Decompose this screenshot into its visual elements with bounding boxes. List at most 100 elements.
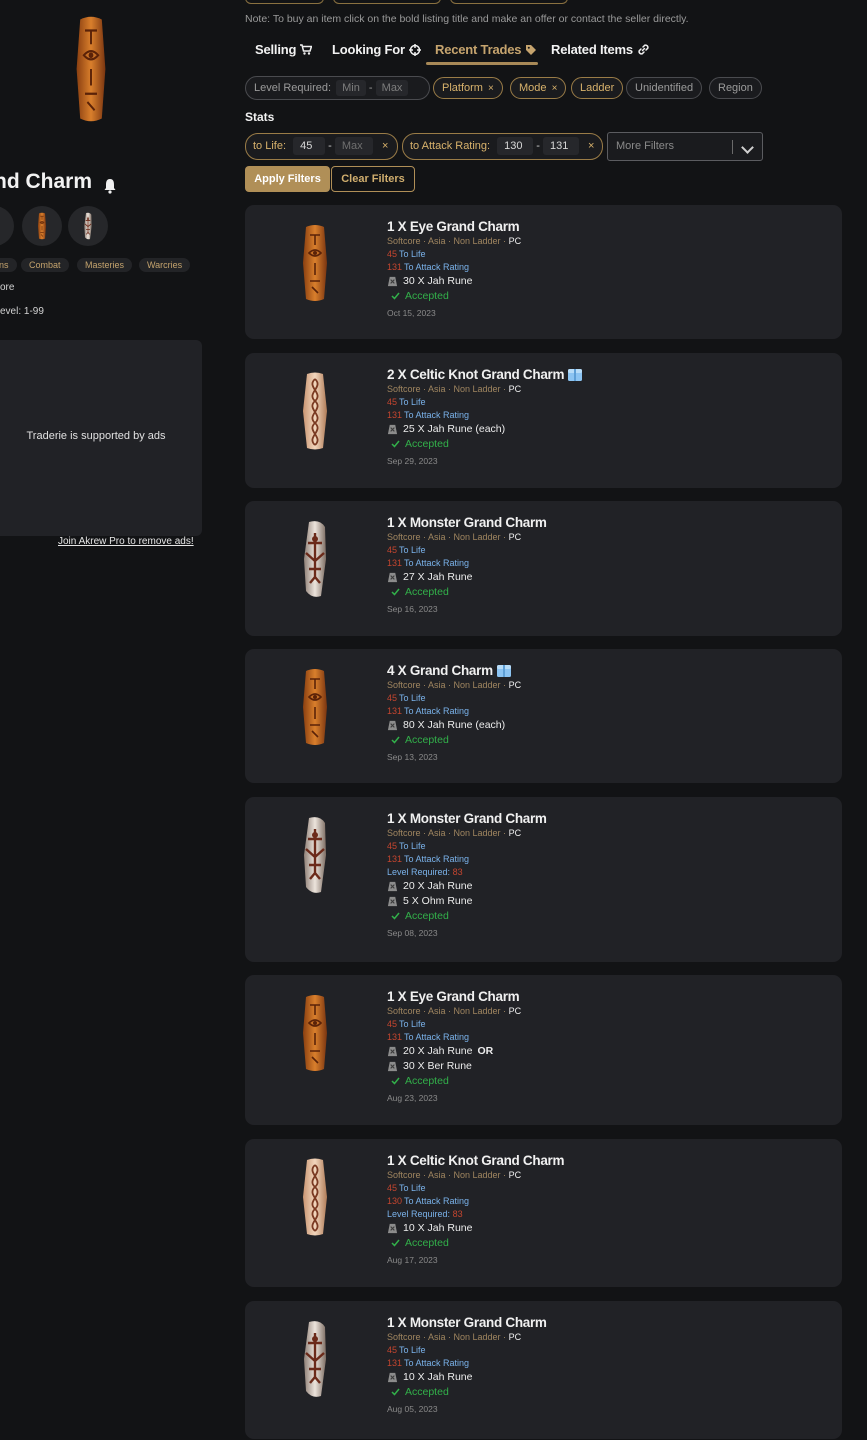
listing-title-text[interactable]: 1 X Eye Grand Charm: [387, 989, 520, 1004]
level-min-input[interactable]: Min: [336, 80, 366, 97]
offer-line: 25 X Jah Rune (each): [387, 423, 583, 435]
platform-filter[interactable]: Platform ×: [433, 77, 503, 99]
level-max-input[interactable]: Max: [375, 80, 409, 97]
listing-title-text[interactable]: 1 X Monster Grand Charm: [387, 811, 547, 826]
listing-title[interactable]: 4 X Grand Charm: [387, 663, 521, 678]
ladder-filter[interactable]: Ladder: [571, 77, 624, 99]
listing-title-text[interactable]: 1 X Monster Grand Charm: [387, 515, 547, 530]
rune-icon: [387, 1046, 398, 1057]
tab-label: Selling: [255, 42, 297, 57]
listing-title[interactable]: 1 X Monster Grand Charm: [387, 515, 547, 530]
remove-mode-icon[interactable]: ×: [552, 83, 558, 94]
tab-recent-trades[interactable]: Recent Trades: [435, 42, 537, 57]
remove-life-icon[interactable]: ×: [382, 140, 388, 152]
range-dash: -: [536, 140, 540, 152]
mode-label: Mode: [519, 82, 547, 94]
attack-rating-label: To Attack Rating: [404, 262, 470, 272]
tag-warcries[interactable]: Warcries: [139, 258, 191, 272]
thumbnail-eye-charm[interactable]: [22, 206, 62, 246]
monster-charm-image[interactable]: [300, 1319, 330, 1399]
eye-charm-image[interactable]: [300, 223, 330, 303]
attack-rating-stat: 131 To Attack Rating: [387, 1358, 547, 1368]
attack-rating-label: To Attack Rating: [404, 1196, 470, 1206]
listing-title[interactable]: 1 X Monster Grand Charm: [387, 811, 547, 826]
unidentified-filter[interactable]: Unidentified: [626, 77, 703, 99]
attack-rating-value: 131: [387, 1358, 403, 1368]
celtic-charm-image[interactable]: [300, 1157, 330, 1237]
remove-attack-icon[interactable]: ×: [588, 140, 594, 152]
clear-filters-button[interactable]: Clear Filters: [331, 166, 415, 192]
life-label: To Life: [399, 1019, 426, 1029]
tag-skills[interactable]: ns: [0, 258, 17, 272]
listing-meta: Softcore · Asia · Non Ladder · PC: [387, 532, 547, 542]
stats-heading: Stats: [245, 110, 275, 124]
listing-title[interactable]: 1 X Monster Grand Charm: [387, 1315, 547, 1330]
offer-text: 27 X Jah Rune: [403, 571, 473, 583]
bell-icon[interactable]: [103, 178, 117, 194]
top-button-3[interactable]: [450, 0, 568, 4]
remove-platform-icon[interactable]: ×: [488, 83, 494, 94]
check-icon: [391, 440, 400, 448]
listing-title[interactable]: 1 X Celtic Knot Grand Charm: [387, 1153, 564, 1168]
level-info: evel: 1-99: [0, 306, 44, 317]
item-title: nd Charm: [0, 170, 93, 193]
life-stat: 45 To Life: [387, 249, 521, 259]
bundle-box-icon: [567, 368, 583, 382]
monster-charm-image[interactable]: [300, 519, 330, 599]
status-text: Accepted: [405, 586, 449, 598]
tab-related-items[interactable]: Related Items: [551, 42, 650, 57]
offer-text: 30 X Jah Rune: [403, 275, 473, 287]
active-tab-indicator: [426, 62, 538, 65]
apply-filters-button[interactable]: Apply Filters: [245, 166, 330, 192]
eye-charm-image[interactable]: [300, 667, 330, 747]
offer-line: 30 X Jah Rune: [387, 275, 521, 287]
trade-card: 1 X Celtic Knot Grand Charm Softcore · As…: [245, 1139, 842, 1287]
life-max-input[interactable]: Max: [334, 137, 373, 156]
trade-status: Accepted: [387, 910, 547, 922]
thumbnail-partial[interactable]: [0, 206, 14, 246]
offer-line: 27 X Jah Rune: [387, 571, 547, 583]
top-button-2[interactable]: [333, 0, 441, 4]
tab-selling[interactable]: Selling: [255, 42, 313, 57]
trade-status: Accepted: [387, 1386, 547, 1398]
top-button-1[interactable]: [245, 0, 324, 4]
listing-title[interactable]: 1 X Eye Grand Charm: [387, 219, 521, 234]
platform-text: PC: [508, 384, 522, 394]
link-icon: [638, 44, 649, 55]
listing-title-text[interactable]: 1 X Eye Grand Charm: [387, 219, 520, 234]
trade-card: 1 X Eye Grand Charm Softcore · Asia · Non…: [245, 205, 842, 339]
life-label: To Life: [399, 1183, 426, 1193]
listing-title-text[interactable]: 2 X Celtic Knot Grand Charm: [387, 367, 564, 382]
offer-line: 5 X Ohm Rune: [387, 895, 547, 907]
life-label: To Life: [399, 693, 426, 703]
check-icon: [391, 1077, 400, 1085]
mode-filter[interactable]: Mode ×: [510, 77, 567, 99]
listing-title-text[interactable]: 4 X Grand Charm: [387, 663, 493, 678]
bundle-box-icon: [496, 664, 512, 678]
attack-max-input[interactable]: 131: [542, 137, 579, 156]
thumbnail-monster-charm[interactable]: [68, 206, 108, 246]
tag-masteries[interactable]: Masteries: [77, 258, 133, 272]
life-value: 45: [387, 249, 398, 259]
tag-combat[interactable]: Combat: [21, 258, 69, 272]
listing-title[interactable]: 2 X Celtic Knot Grand Charm: [387, 367, 583, 382]
attack-rating-stat: 131 To Attack Rating: [387, 410, 583, 420]
meta-text: Softcore · Asia · Non Ladder ·: [387, 1332, 509, 1342]
monster-charm-image[interactable]: [300, 815, 330, 895]
life-label: To Life: [399, 397, 426, 407]
more-filters-select[interactable]: More Filters: [607, 132, 763, 161]
tab-looking-for[interactable]: Looking For: [332, 42, 421, 57]
celtic-charm-image[interactable]: [300, 371, 330, 451]
attack-min-input[interactable]: 130: [497, 137, 534, 156]
listing-title-text[interactable]: 1 X Celtic Knot Grand Charm: [387, 1153, 564, 1168]
region-filter[interactable]: Region: [709, 77, 762, 99]
tab-label: Looking For: [332, 42, 405, 57]
listing-title[interactable]: 1 X Eye Grand Charm: [387, 989, 521, 1004]
listing-title-text[interactable]: 1 X Monster Grand Charm: [387, 1315, 547, 1330]
eye-charm-image[interactable]: [300, 993, 330, 1073]
listing-meta: Softcore · Asia · Non Ladder · PC: [387, 1332, 547, 1342]
meta-text: Softcore · Asia · Non Ladder ·: [387, 1170, 509, 1180]
life-min-input[interactable]: 45: [293, 137, 326, 156]
remove-ads-link[interactable]: Join Akrew Pro to remove ads!: [58, 536, 194, 547]
rune-icon: [387, 1372, 398, 1383]
